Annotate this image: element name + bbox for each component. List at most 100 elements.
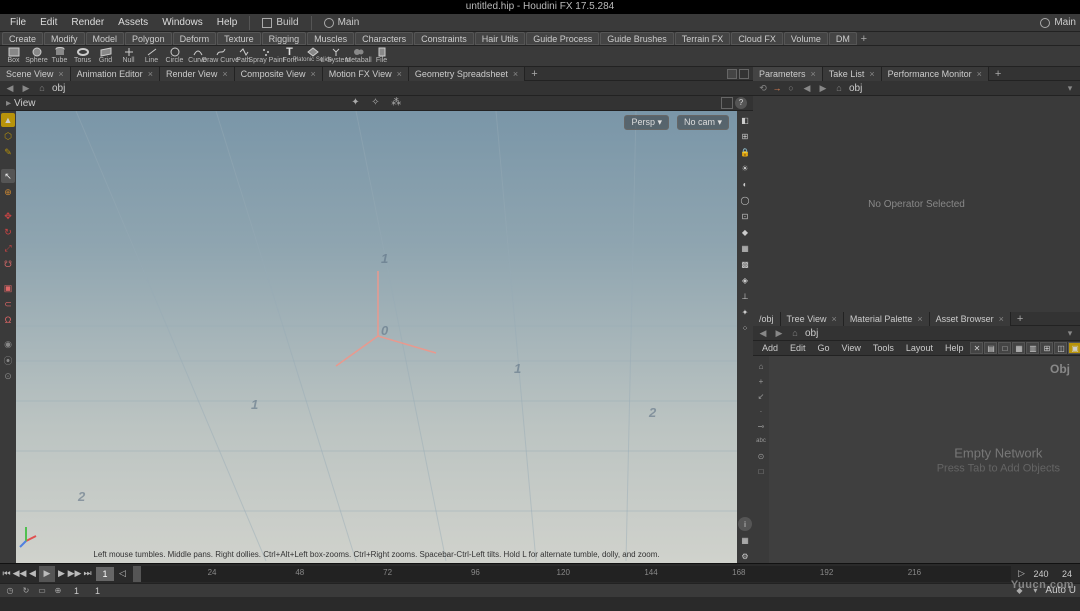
net-tool-home[interactable]: ⌂: [755, 360, 767, 372]
shelf-tab-cloudfx[interactable]: Cloud FX: [731, 32, 783, 45]
xray-icon[interactable]: ◯: [738, 193, 752, 207]
fps-field[interactable]: 24: [1054, 569, 1080, 579]
menu-windows[interactable]: Windows: [156, 17, 209, 28]
camera-persp-button[interactable]: Persp ▾: [624, 115, 669, 130]
template-icon[interactable]: ▦: [738, 241, 752, 255]
net-menu-help[interactable]: Help: [940, 343, 969, 353]
shelf-tab-guidebrushes[interactable]: Guide Brushes: [600, 32, 674, 45]
tool-tube[interactable]: Tube: [48, 46, 71, 66]
select-tool-icon[interactable]: ▲: [1, 113, 15, 127]
scope-start-icon[interactable]: ◁: [116, 566, 129, 582]
menu-render[interactable]: Render: [65, 17, 110, 28]
current-frame-field[interactable]: 1: [96, 567, 114, 581]
last-frame-button[interactable]: ⏭: [81, 566, 94, 582]
link-icon[interactable]: →: [771, 82, 783, 94]
net-ico-color[interactable]: ▣: [1068, 342, 1080, 354]
tool-metaball[interactable]: Metaball: [347, 46, 370, 66]
net-tool-abc[interactable]: abc: [755, 435, 767, 447]
params-path[interactable]: obj: [849, 83, 1060, 94]
move-tool-icon[interactable]: ✥: [1, 209, 15, 223]
tool-box[interactable]: Box: [2, 46, 25, 66]
close-icon[interactable]: ×: [58, 69, 63, 79]
home-icon[interactable]: ⌂: [36, 82, 48, 94]
shelf-tab-texture[interactable]: Texture: [217, 32, 261, 45]
shelf-tab-characters[interactable]: Characters: [355, 32, 413, 45]
tab-matpalette[interactable]: Material Palette×: [844, 312, 930, 326]
region-tool-icon[interactable]: ▣: [1, 281, 15, 295]
ghosted-icon[interactable]: ⊡: [738, 209, 752, 223]
tab-takelist[interactable]: Take List×: [823, 67, 882, 81]
realtime-icon[interactable]: ◷: [4, 585, 16, 597]
network-canvas[interactable]: ⌂ + ↙ · ⊸ abc ⊙ □ Obj Empty Network Pres…: [753, 356, 1080, 563]
points-icon[interactable]: ⁘: [738, 321, 752, 335]
pose-tool-icon[interactable]: ☋: [1, 257, 15, 271]
net-ico-snap[interactable]: ⊞: [1040, 342, 1053, 354]
net-ico-box[interactable]: □: [998, 342, 1011, 354]
timeline-track[interactable]: 24 48 72 96 120 144 168 192 216: [133, 566, 1011, 582]
magnet-tool-icon[interactable]: Ω: [1, 313, 15, 327]
shelf-tab-deform[interactable]: Deform: [173, 32, 217, 45]
add-tab[interactable]: +: [989, 68, 1007, 80]
shelf-tab-constraints[interactable]: Constraints: [414, 32, 474, 45]
find-icon[interactable]: ○: [785, 82, 797, 94]
backface-icon[interactable]: ◐: [738, 177, 752, 191]
nav-back-icon[interactable]: ◀: [801, 82, 813, 94]
tool-drawcurve[interactable]: Draw Curve: [209, 46, 232, 66]
tab-breadcrumb-obj[interactable]: /obj: [753, 312, 781, 326]
add-tab[interactable]: +: [525, 68, 543, 80]
info-icon[interactable]: i: [738, 517, 752, 531]
net-menu-tools[interactable]: Tools: [868, 343, 899, 353]
camera-select-button[interactable]: No cam ▾: [677, 115, 729, 130]
close-icon[interactable]: ×: [869, 69, 874, 79]
close-icon[interactable]: ×: [917, 314, 922, 324]
net-tool-search[interactable]: ⊙: [755, 450, 767, 462]
grid-display-icon[interactable]: ▦: [738, 533, 752, 547]
tool-file[interactable]: File: [370, 46, 393, 66]
menu-help[interactable]: Help: [211, 17, 244, 28]
view-layout-icon[interactable]: [721, 97, 733, 109]
pane-maximize-icon[interactable]: [739, 69, 749, 79]
shelf-tab-model[interactable]: Model: [86, 32, 125, 45]
shelf-tab-create[interactable]: Create: [2, 32, 43, 45]
add-tab[interactable]: +: [1011, 313, 1029, 325]
dropdown-icon[interactable]: ▾: [1064, 327, 1076, 339]
net-ico-sticky[interactable]: ▤: [984, 342, 997, 354]
nav-fwd-icon[interactable]: ▶: [817, 82, 829, 94]
first-frame-button[interactable]: ⏮: [0, 566, 13, 582]
flow-tool-icon[interactable]: ⦿: [1, 353, 15, 367]
home-icon[interactable]: ⌂: [833, 82, 845, 94]
handle-tool-icon[interactable]: ⊕: [1, 185, 15, 199]
lasso-tool-icon[interactable]: ⬡: [1, 129, 15, 143]
inspect-tool-icon[interactable]: ⊙: [1, 369, 15, 383]
menu-file[interactable]: File: [4, 17, 32, 28]
net-tool-wire[interactable]: ⊸: [755, 420, 767, 432]
tab-parameters[interactable]: Parameters×: [753, 67, 823, 81]
path-field[interactable]: obj: [52, 83, 749, 94]
close-icon[interactable]: ×: [811, 69, 816, 79]
network-path[interactable]: obj: [805, 328, 1060, 339]
radial-menu-selector[interactable]: Main: [318, 17, 366, 28]
net-menu-go[interactable]: Go: [813, 343, 835, 353]
nav-back-icon[interactable]: ◀: [4, 82, 16, 94]
tab-animation-editor[interactable]: Animation Editor×: [71, 67, 160, 81]
tab-composite-view[interactable]: Composite View×: [235, 67, 323, 81]
close-icon[interactable]: ×: [832, 314, 837, 324]
nav-fwd-icon[interactable]: ▶: [20, 82, 32, 94]
tab-assetbrowser[interactable]: Asset Browser×: [930, 312, 1011, 326]
snap-curve-icon[interactable]: ✧: [371, 97, 385, 109]
render-tool-icon[interactable]: ◉: [1, 337, 15, 351]
menu-edit[interactable]: Edit: [34, 17, 63, 28]
lock-icon[interactable]: 🔒: [738, 145, 752, 159]
tab-render-view[interactable]: Render View×: [160, 67, 235, 81]
tool-grid[interactable]: Grid: [94, 46, 117, 66]
3d-viewport[interactable]: 1 0 1 2 1 2 Persp ▾ No cam ▾ Left mouse …: [16, 111, 737, 563]
tab-perfmon[interactable]: Performance Monitor×: [882, 67, 989, 81]
net-ico-grid[interactable]: ▦: [1012, 342, 1025, 354]
close-icon[interactable]: ×: [999, 314, 1004, 324]
prev-frame-button[interactable]: ◀◀: [13, 566, 26, 582]
close-icon[interactable]: ×: [513, 69, 518, 79]
play-button[interactable]: ▶: [39, 566, 55, 582]
net-ico-vis[interactable]: ◫: [1054, 342, 1067, 354]
tool-lsystem[interactable]: L-System: [324, 46, 347, 66]
pin-icon[interactable]: ⟲: [757, 82, 769, 94]
